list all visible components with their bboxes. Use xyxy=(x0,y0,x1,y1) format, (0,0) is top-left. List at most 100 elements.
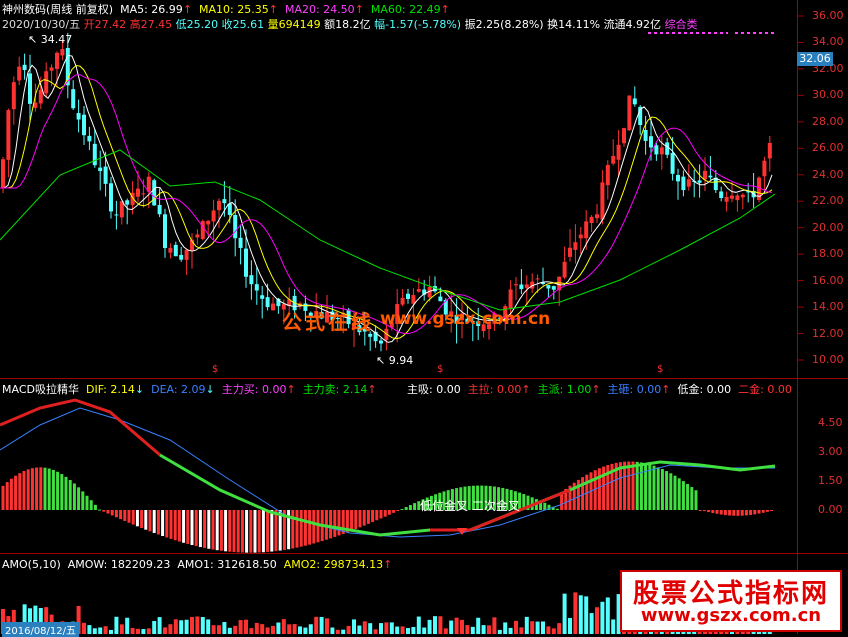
volume-bar xyxy=(368,623,373,634)
macd-bar xyxy=(602,466,606,510)
chart-title: 神州数码(周线 前复权) xyxy=(2,3,114,16)
volume-bar xyxy=(92,628,97,634)
volume-bar xyxy=(109,629,113,634)
macd-bar xyxy=(102,510,106,512)
volume-bar xyxy=(595,607,599,634)
high-value: 高27.45 xyxy=(129,18,173,31)
candle-body xyxy=(233,215,238,239)
volume-bar xyxy=(395,626,400,634)
macd-bar xyxy=(215,510,219,551)
candle-body xyxy=(762,160,767,177)
volume-bar xyxy=(265,627,270,634)
candle-body xyxy=(179,254,184,260)
change-value: 幅-1.57(-5.78%) xyxy=(374,18,462,31)
macd-bar xyxy=(152,510,156,533)
macd-bar xyxy=(761,510,765,513)
macd-bar xyxy=(156,510,160,535)
price-axis-tick: 20.00 xyxy=(812,220,844,234)
volume-bar xyxy=(341,629,346,634)
macd-bar xyxy=(719,510,723,515)
ma60-value: MA60: 22.49 xyxy=(370,3,441,16)
macd-bar xyxy=(299,510,303,547)
volume-bar xyxy=(130,627,135,634)
candle-body xyxy=(152,180,157,206)
macd-bar xyxy=(392,510,396,513)
macd-bar xyxy=(228,510,232,552)
macd-bar xyxy=(56,471,60,510)
cursor-date-label: 2016/08/12/五 xyxy=(2,622,80,637)
macd-bar xyxy=(673,475,677,510)
macd-bar xyxy=(85,495,89,510)
macd-bar xyxy=(770,510,774,511)
volume-bar xyxy=(163,627,167,634)
candle-body xyxy=(195,234,200,238)
candle-body xyxy=(157,205,162,215)
macd-bar xyxy=(740,510,744,516)
low-golden-value: 低金: 0.00 xyxy=(677,383,732,396)
volume-bar xyxy=(573,592,578,634)
candle-body xyxy=(60,49,65,56)
candle-body xyxy=(173,244,178,257)
volume-bar xyxy=(200,616,205,634)
macd-bar xyxy=(18,473,22,510)
volume-bar xyxy=(271,625,275,634)
macd-bar xyxy=(400,509,404,511)
candle-body xyxy=(659,147,664,155)
chart-header-row2: 2020/10/30/五 开27.42 高27.45 低25.20 收25.61… xyxy=(2,16,698,32)
macd-bar xyxy=(656,467,660,510)
macd-bar xyxy=(60,474,64,510)
candle-body xyxy=(562,261,567,278)
macd-axis-tick: 4.50 xyxy=(818,415,843,429)
volume-bar xyxy=(514,620,518,634)
ma5-value: MA5: 26.99 xyxy=(120,3,183,16)
macd-bar xyxy=(89,500,93,510)
candle-body xyxy=(141,193,146,195)
watermark-cn: 公式在线 xyxy=(282,310,374,334)
macd-bar xyxy=(291,510,295,549)
macd-bar xyxy=(35,467,39,510)
macd-bar xyxy=(245,510,249,553)
volume-bar xyxy=(330,627,335,634)
macd-bar xyxy=(93,504,97,510)
candle-body xyxy=(98,167,103,172)
candle-body xyxy=(244,248,248,277)
macd-bar xyxy=(711,510,715,513)
watermark-url: www.gszx.com.cn xyxy=(380,309,551,329)
candle-body xyxy=(200,221,205,239)
smash-value: 主砸: 0.00 xyxy=(607,383,662,396)
macd-bar xyxy=(644,463,648,510)
candle-body xyxy=(724,196,729,202)
float-shares-value: 流通4.92亿 xyxy=(603,18,662,31)
bar-date: 2020/10/30/五 xyxy=(2,18,81,31)
macd-bar xyxy=(627,461,631,510)
macd-bar xyxy=(681,481,685,510)
macd-bar xyxy=(203,510,207,548)
volume-bar xyxy=(87,625,92,634)
candle-body xyxy=(271,303,275,311)
macd-title[interactable]: MACD吸拉精华 xyxy=(2,383,79,396)
macd-bar xyxy=(26,469,30,510)
candle-body xyxy=(114,214,119,216)
sector-label[interactable]: 综合类 xyxy=(665,18,698,31)
golden-cross-annotation: 低位金叉 二次金叉 xyxy=(420,499,520,513)
volume-bar xyxy=(179,620,184,634)
macd-axis-tick: 1.50 xyxy=(818,473,843,487)
macd-bar xyxy=(354,510,358,530)
macd-bar xyxy=(749,510,753,515)
candle-body xyxy=(686,179,691,187)
amount-value: 额18.2亿 xyxy=(324,18,371,31)
volume-bar xyxy=(254,622,259,634)
moving-average-line xyxy=(0,149,776,311)
volume-bar xyxy=(125,617,130,634)
volume-bar xyxy=(384,622,389,634)
volume-bar xyxy=(541,621,545,634)
macd-bar xyxy=(396,510,400,511)
amo-title[interactable]: AMO(5,10) xyxy=(2,558,61,571)
volume-bar xyxy=(168,624,173,634)
candle-body xyxy=(616,144,621,160)
macd-bar xyxy=(375,510,379,521)
macd-bar xyxy=(232,510,236,553)
candle-body xyxy=(438,296,443,302)
moving-average-line xyxy=(0,64,773,340)
absorb-value: 主吸: 0.00 xyxy=(407,383,461,396)
